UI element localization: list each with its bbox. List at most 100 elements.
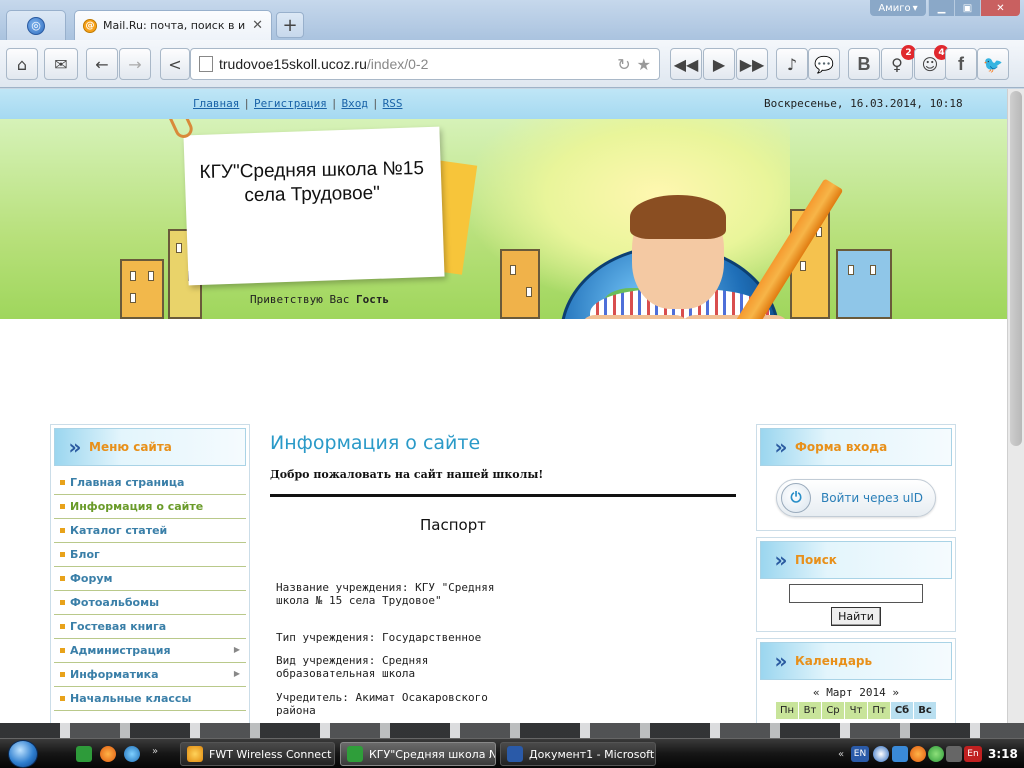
odnoklassniki-button[interactable]: ♀ 2 bbox=[881, 45, 916, 80]
scrollbar-thumb[interactable] bbox=[1010, 91, 1022, 446]
calendar-prev-button[interactable]: « bbox=[813, 686, 820, 699]
content-divider bbox=[270, 494, 736, 497]
taskbar-item-fwt[interactable]: FWT Wireless Connect bbox=[180, 742, 335, 766]
menu-item-forum[interactable]: Форум bbox=[54, 567, 246, 591]
taskbar-clock[interactable]: 3:18 bbox=[988, 747, 1018, 761]
taskbar-item-word[interactable]: Документ1 - Microsoft ... bbox=[500, 742, 656, 766]
vk-icon: В bbox=[857, 53, 871, 74]
site-datetime: Воскресенье, 16.03.2014, 10:18 bbox=[764, 97, 963, 110]
prev-track-button[interactable]: ◀◀ bbox=[670, 48, 702, 80]
menu-item-label: Начальные классы bbox=[70, 692, 192, 705]
share-button[interactable]: < bbox=[160, 48, 190, 80]
menu-item-label: Каталог статей bbox=[70, 524, 168, 537]
nav-link-rss[interactable]: RSS bbox=[383, 97, 403, 110]
passport-heading: Паспорт bbox=[420, 516, 486, 534]
header-illustration: КГУ"Средняя школа №15 села Трудовое" При… bbox=[0, 119, 1007, 319]
tray-expand-icon[interactable]: « bbox=[836, 746, 846, 762]
uid-login-button[interactable]: ⏻ Войти через uID bbox=[776, 479, 936, 517]
chat-bubbles-icon: 💬 bbox=[814, 54, 834, 74]
menu-item-guestbook[interactable]: Гостевая книга bbox=[54, 615, 246, 639]
tray-app-icon[interactable] bbox=[873, 746, 889, 762]
menu-item-administration[interactable]: Администрация ▶ bbox=[54, 639, 246, 663]
next-track-button[interactable]: ▶▶ bbox=[736, 48, 768, 80]
menu-item-about[interactable]: Информация о сайте bbox=[54, 495, 246, 519]
address-url[interactable]: trudovoe15skoll.ucoz.ru/index/0-2 bbox=[219, 56, 611, 72]
keyboard-layout-indicator[interactable]: En bbox=[964, 746, 982, 762]
mymail-button[interactable]: ☺ 4 bbox=[914, 45, 949, 80]
music-button[interactable]: ♪ bbox=[776, 48, 808, 80]
browser-toolbar: ⌂ ✉ ← → < trudovoe15skoll.ucoz.ru/index/… bbox=[0, 40, 1024, 88]
page-viewport: Главная | Регистрация | Вход | RSS Воскресенье… bbox=[0, 89, 1007, 723]
back-button[interactable]: ← bbox=[86, 48, 118, 80]
bookmark-star-icon[interactable]: ★ bbox=[637, 55, 651, 74]
quicklaunch-app-icon[interactable] bbox=[76, 746, 92, 762]
language-indicator[interactable]: EN bbox=[851, 746, 869, 762]
quicklaunch-globe-icon[interactable] bbox=[124, 746, 140, 762]
taskbar-item-label: Документ1 - Microsoft ... bbox=[529, 747, 656, 761]
facebook-button[interactable]: f bbox=[945, 48, 977, 80]
twitter-button[interactable]: 🐦 bbox=[977, 48, 1009, 80]
background-window-strip bbox=[0, 723, 1024, 738]
play-button[interactable]: ▶ bbox=[703, 48, 735, 80]
content-paragraph: Тип учреждения: Государственное bbox=[276, 631, 482, 644]
odnoklassniki-icon: ♀ bbox=[891, 54, 903, 74]
calendar-month-label: Март 2014 bbox=[826, 686, 886, 699]
calendar-next-button[interactable]: » bbox=[892, 686, 899, 699]
tab-close-icon[interactable]: ✕ bbox=[252, 18, 263, 33]
taskbar-item-browser[interactable]: КГУ"Средняя школа №... bbox=[340, 742, 496, 766]
page-scrollbar[interactable] bbox=[1007, 89, 1024, 723]
tray-monitor-icon[interactable] bbox=[946, 746, 962, 762]
menu-item-label: Гостевая книга bbox=[70, 620, 167, 633]
home-button[interactable]: ⌂ bbox=[6, 48, 38, 80]
forward-button[interactable]: → bbox=[119, 48, 151, 80]
maximize-button[interactable]: ▣ bbox=[954, 0, 980, 16]
menu-item-primary-classes[interactable]: Начальные классы bbox=[54, 687, 246, 711]
browser-menu-button[interactable]: ◎ bbox=[6, 10, 66, 40]
start-button[interactable] bbox=[8, 740, 38, 768]
nav-link-register[interactable]: Регистрация bbox=[254, 97, 327, 110]
user-menu-button[interactable]: Амиго ▾ bbox=[870, 0, 926, 16]
address-path: /index/0-2 bbox=[366, 56, 429, 72]
menu-item-label: Информация о сайте bbox=[70, 500, 204, 513]
music-note-icon: ♪ bbox=[786, 54, 798, 74]
reload-icon[interactable]: ↻ bbox=[617, 55, 630, 74]
arrow-left-icon: ← bbox=[95, 54, 109, 74]
chat-button[interactable]: 💬 bbox=[808, 48, 840, 80]
browser-tab-active[interactable]: @ Mail.Ru: почта, поиск в интер ✕ bbox=[74, 10, 272, 40]
quicklaunch-more-icon[interactable]: » bbox=[152, 746, 162, 762]
bullet-icon bbox=[60, 576, 65, 581]
quicklaunch-browser-icon[interactable] bbox=[100, 746, 116, 762]
menu-item-photos[interactable]: Фотоальбомы bbox=[54, 591, 246, 615]
minimize-button[interactable]: ▁ bbox=[928, 0, 954, 16]
taskbar-item-label: FWT Wireless Connect bbox=[209, 747, 332, 761]
taskbar-item-label: КГУ"Средняя школа №... bbox=[369, 747, 495, 761]
mail-button[interactable]: ✉ bbox=[44, 48, 78, 80]
nav-link-home[interactable]: Главная bbox=[193, 97, 239, 110]
menu-item-articles[interactable]: Каталог статей bbox=[54, 519, 246, 543]
tray-network-icon[interactable] bbox=[892, 746, 908, 762]
close-window-button[interactable]: ✕ bbox=[980, 0, 1020, 16]
tray-status-icon[interactable] bbox=[928, 746, 944, 762]
menu-item-blog[interactable]: Блог bbox=[54, 543, 246, 567]
top-nav-links: Главная | Регистрация | Вход | RSS bbox=[193, 97, 402, 110]
tray-browser-icon[interactable] bbox=[910, 746, 926, 762]
new-tab-button[interactable]: + bbox=[276, 12, 304, 38]
menu-item-home[interactable]: Главная страница bbox=[54, 471, 246, 495]
building-drawing bbox=[120, 259, 164, 319]
fast-forward-icon: ▶▶ bbox=[739, 54, 765, 74]
rewind-icon: ◀◀ bbox=[673, 54, 699, 74]
bullet-icon bbox=[60, 552, 65, 557]
amigo-logo-icon: ◎ bbox=[27, 16, 45, 35]
login-title: Форма входа bbox=[795, 440, 888, 454]
address-bar[interactable]: trudovoe15skoll.ucoz.ru/index/0-2 ↻ ★ bbox=[190, 48, 660, 80]
search-button[interactable]: Найти bbox=[831, 607, 881, 626]
menu-item-label: Информатика bbox=[70, 668, 159, 681]
bullet-icon bbox=[60, 696, 65, 701]
search-input[interactable] bbox=[789, 584, 923, 603]
menu-item-informatics[interactable]: Информатика ▶ bbox=[54, 663, 246, 687]
share-icon: < bbox=[168, 54, 182, 74]
site-menu-block: » Меню сайта Главная страница Информация… bbox=[50, 424, 250, 723]
nav-link-login[interactable]: Вход bbox=[341, 97, 368, 110]
vk-button[interactable]: В bbox=[848, 48, 880, 80]
bullet-icon bbox=[60, 528, 65, 533]
